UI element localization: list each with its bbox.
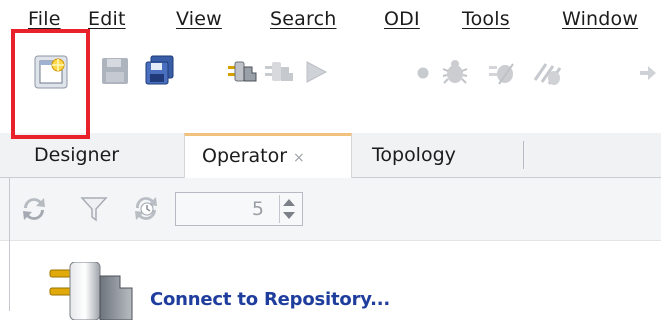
- tab-operator[interactable]: Operator ×: [184, 133, 352, 178]
- debug-skip-icon: [533, 63, 562, 85]
- menu-search-label: Search: [270, 8, 337, 30]
- breakpoint-button[interactable]: [416, 65, 430, 84]
- navigate-icon: [640, 66, 656, 80]
- menu-bar: File Edit View Search ODI Tools Window: [0, 0, 661, 40]
- save-all-button[interactable]: [143, 54, 177, 92]
- connect-repository-icon-wrap[interactable]: [46, 261, 146, 324]
- debug-step-button[interactable]: [487, 58, 517, 92]
- menu-edit-label: Edit: [88, 8, 126, 30]
- new-button[interactable]: [34, 55, 68, 93]
- spinner-value: 5: [251, 198, 264, 220]
- menu-edit[interactable]: Edit: [88, 8, 126, 30]
- menu-file-label: File: [28, 8, 61, 30]
- menu-odi[interactable]: ODI: [384, 8, 420, 30]
- tab-separator: [523, 141, 524, 169]
- panel-left-border: [9, 178, 10, 311]
- connect-to-repository-link[interactable]: Connect to Repository...: [150, 289, 390, 310]
- operator-toolbar: 5: [0, 178, 661, 241]
- connect-icon: [228, 61, 257, 82]
- tab-operator-label: Operator: [202, 145, 288, 167]
- disconnect-button[interactable]: [265, 59, 295, 89]
- operator-panel: 5 Connect to Repository...: [0, 178, 661, 321]
- debug-step-icon: [489, 63, 514, 85]
- menu-view[interactable]: View: [176, 8, 222, 30]
- menu-window[interactable]: Window: [562, 8, 638, 30]
- disconnect-icon: [265, 62, 293, 81]
- save-all-icon: [145, 55, 174, 85]
- debug-skip-button[interactable]: [532, 58, 564, 92]
- spinner-arrows: [279, 195, 300, 223]
- connect-button[interactable]: [228, 59, 258, 89]
- auto-refresh-button[interactable]: [132, 194, 162, 228]
- breakpoint-icon: [417, 67, 429, 79]
- menu-search[interactable]: Search: [270, 8, 336, 30]
- navigator-tabs: Designer Operator × Topology: [0, 133, 661, 178]
- auto-refresh-icon: [135, 197, 157, 220]
- refresh-interval-spinner[interactable]: 5: [175, 192, 303, 226]
- spinner-up-icon[interactable]: [283, 199, 295, 206]
- refresh-icon: [23, 198, 45, 220]
- new-icon: [34, 55, 68, 89]
- tab-topology-label: Topology: [372, 144, 456, 166]
- tab-topology[interactable]: Topology: [372, 133, 456, 177]
- save-icon: [102, 58, 128, 84]
- menu-view-label: View: [176, 8, 222, 30]
- menu-tools-label: Tools: [462, 8, 510, 30]
- debug-button[interactable]: [440, 57, 470, 91]
- filter-button[interactable]: [80, 195, 108, 227]
- spinner-down-icon[interactable]: [283, 212, 295, 219]
- tab-designer-label: Designer: [34, 144, 120, 166]
- refresh-button[interactable]: [19, 195, 49, 227]
- menu-odi-label: ODI: [384, 8, 420, 30]
- menu-window-label: Window: [562, 8, 639, 30]
- main-toolbar: [0, 40, 661, 132]
- plug-icon: [49, 261, 133, 321]
- menu-tools[interactable]: Tools: [462, 8, 510, 30]
- debug-icon: [442, 60, 468, 84]
- tab-designer[interactable]: Designer: [34, 133, 119, 177]
- run-icon: [306, 61, 328, 83]
- save-button[interactable]: [100, 56, 130, 90]
- filter-icon: [80, 197, 108, 222]
- navigate-button[interactable]: [638, 62, 658, 88]
- run-button[interactable]: [303, 59, 329, 89]
- menu-file[interactable]: File: [28, 8, 61, 30]
- tab-close-icon[interactable]: ×: [293, 150, 305, 166]
